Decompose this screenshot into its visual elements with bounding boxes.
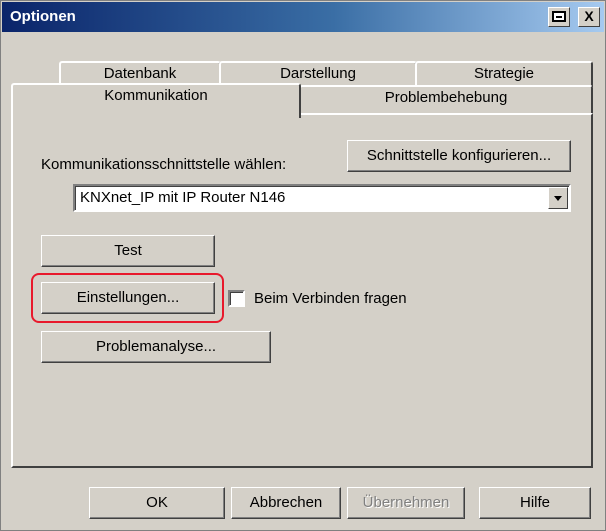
- ok-button-label: OK: [146, 494, 168, 511]
- interface-select[interactable]: KNXnet_IP mit IP Router N146: [73, 184, 571, 212]
- apply-button[interactable]: Übernehmen: [347, 487, 465, 519]
- help-button[interactable]: Hilfe: [479, 487, 591, 519]
- test-button[interactable]: Test: [41, 235, 215, 267]
- close-button[interactable]: X: [578, 7, 600, 27]
- chevron-down-icon[interactable]: [548, 187, 568, 209]
- print-button[interactable]: [548, 7, 570, 27]
- help-button-label: Hilfe: [519, 494, 550, 511]
- title-bar: Optionen X: [2, 2, 604, 32]
- cancel-button-label: Abbrechen: [249, 494, 323, 511]
- interface-label: Kommunikationsschnittstelle wählen:: [41, 156, 287, 173]
- tab-strategie[interactable]: Strategie: [415, 61, 593, 87]
- problem-analysis-button[interactable]: Problemanalyse...: [41, 331, 271, 363]
- interface-select-value: KNXnet_IP mit IP Router N146: [80, 189, 286, 206]
- problem-analysis-label: Problemanalyse...: [95, 338, 217, 355]
- settings-button-label: Einstellungen...: [76, 289, 180, 306]
- tab-kommunikation[interactable]: Kommunikation: [11, 83, 301, 118]
- configure-interface-label: Schnittstelle konfigurieren...: [366, 147, 552, 164]
- tab-label: Darstellung: [280, 65, 356, 82]
- options-dialog: Optionen X Datenbank Darstellung Strateg…: [0, 0, 606, 531]
- test-button-label: Test: [114, 242, 142, 259]
- apply-button-label: Übernehmen: [362, 494, 450, 511]
- tab-label: Datenbank: [103, 65, 177, 82]
- tab-label: Kommunikation: [104, 87, 208, 104]
- tab-problembehebung[interactable]: Problembehebung: [299, 85, 593, 113]
- print-icon: [552, 11, 566, 22]
- tab-label: Problembehebung: [384, 89, 508, 106]
- tab-label: Strategie: [473, 65, 535, 82]
- configure-interface-button[interactable]: Schnittstelle konfigurieren...: [347, 140, 571, 172]
- ask-on-connect-checkbox[interactable]: [228, 290, 245, 307]
- cancel-button[interactable]: Abbrechen: [231, 487, 341, 519]
- ok-button[interactable]: OK: [89, 487, 225, 519]
- settings-button[interactable]: Einstellungen...: [41, 282, 215, 314]
- close-icon: X: [584, 8, 594, 24]
- window-title: Optionen: [10, 8, 76, 25]
- ask-on-connect-label: Beim Verbinden fragen: [254, 290, 407, 307]
